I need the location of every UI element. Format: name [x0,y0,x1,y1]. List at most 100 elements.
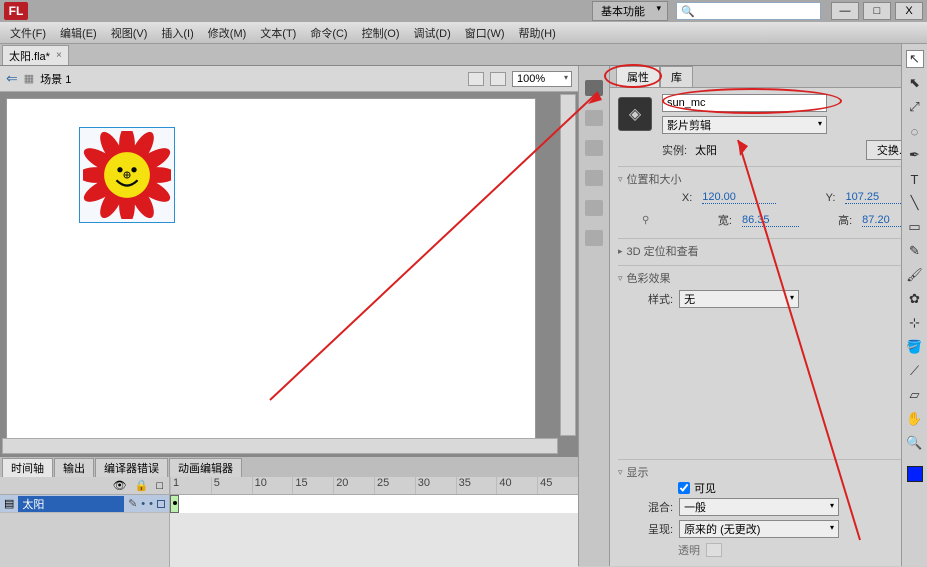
stage-scrollbar-horizontal[interactable] [2,438,558,454]
menu-help[interactable]: 帮助(H) [519,25,556,41]
document-tab-row: 太阳.fla* × [0,44,927,66]
menu-window[interactable]: 窗口(W) [465,25,505,41]
subselection-tool-icon[interactable]: ⬉ [906,74,924,92]
width-label: 宽: [689,212,732,228]
selection-tool-icon[interactable]: ↖ [906,50,924,68]
style-select[interactable]: 无 [679,290,799,308]
symbol-type-select[interactable]: 影片剪辑 [662,116,827,134]
render-label: 呈现: [648,521,673,537]
eraser-tool-icon[interactable]: ▱ [906,386,924,404]
style-label: 样式: [648,291,673,307]
instance-of-label: 实例: [662,142,687,158]
close-tab-icon[interactable]: × [56,50,62,61]
pen-tool-icon[interactable]: ✒ [906,146,924,164]
instance-name-input[interactable] [662,94,827,112]
menu-file[interactable]: 文件(F) [10,25,46,41]
x-value[interactable]: 120.00 [702,191,776,204]
blend-select[interactable]: 一般 [679,498,839,516]
swatches-panel-icon[interactable] [585,110,603,126]
workspace-selector[interactable]: 基本功能 [592,1,668,21]
edit-scene-icon[interactable] [468,72,484,86]
outline-icon[interactable]: □ [156,480,163,492]
width-value[interactable]: 86.35 [742,214,799,227]
text-tool-icon[interactable]: T [906,170,924,188]
selected-instance[interactable] [83,131,171,219]
color-panel-icon[interactable] [585,80,603,96]
section-color-effect[interactable]: 色彩效果 [618,270,919,286]
line-tool-icon[interactable]: ╲ [906,194,924,212]
selection-bounding-box [80,128,174,222]
zoom-tool-icon[interactable]: 🔍 [906,434,924,452]
lasso-tool-icon[interactable]: ◌ [906,122,924,140]
menu-modify[interactable]: 修改(M) [208,25,247,41]
stage-scrollbar-vertical[interactable] [560,94,576,436]
free-transform-tool-icon[interactable]: ⤢ [906,98,924,116]
layer-row[interactable]: ▤ 太阳 ✎ •• [0,495,169,513]
paint-bucket-tool-icon[interactable]: 🪣 [906,338,924,356]
back-arrow-icon[interactable]: ⇐ [6,70,18,87]
tab-properties[interactable]: 属性 [616,66,660,87]
hand-tool-icon[interactable]: ✋ [906,410,924,428]
eye-icon[interactable]: 👁 [113,479,127,492]
fill-color-swatch[interactable] [907,466,923,482]
edit-symbol-icon[interactable] [490,72,506,86]
height-label: 高: [809,212,852,228]
layer-icon: ▤ [4,497,14,510]
document-tab[interactable]: 太阳.fla* × [2,45,69,65]
minimize-button[interactable]: — [831,2,859,20]
stage-header: ⇐ ▦ 场景 1 100% [0,66,578,92]
stage-canvas[interactable] [6,98,536,442]
rectangle-tool-icon[interactable]: ▭ [906,218,924,236]
keyframe[interactable] [170,495,179,513]
transparent-label: 透明 [678,542,700,558]
panel-dock [578,66,610,566]
section-display[interactable]: 显示 [618,464,919,480]
menu-debug[interactable]: 调试(D) [414,25,451,41]
tab-library[interactable]: 库 [660,66,693,87]
transform-panel-icon[interactable] [585,200,603,216]
maximize-button[interactable]: □ [863,2,891,20]
tab-compiler-errors[interactable]: 编译器错误 [95,458,168,477]
brush-tool-icon[interactable]: 🖌 [906,266,924,284]
stage-area[interactable] [0,92,578,456]
link-wh-icon[interactable]: ⚲ [642,215,679,226]
layer-name[interactable]: 太阳 [18,496,124,512]
bg-color-swatch[interactable] [706,543,722,557]
zoom-select[interactable]: 100% [512,71,572,87]
menu-edit[interactable]: 编辑(E) [60,25,97,41]
deco-tool-icon[interactable]: ✿ [906,290,924,308]
info-panel-icon[interactable] [585,170,603,186]
menubar: 文件(F) 编辑(E) 视图(V) 插入(I) 修改(M) 文本(T) 命令(C… [0,22,927,44]
menu-view[interactable]: 视图(V) [111,25,148,41]
x-label: X: [642,192,692,204]
y-label: Y: [786,192,836,204]
pencil-tool-icon[interactable]: ✎ [906,242,924,260]
search-input[interactable]: 🔍 [676,2,821,20]
bone-tool-icon[interactable]: ⊹ [906,314,924,332]
document-tab-label: 太阳.fla* [9,48,50,64]
close-button[interactable]: X [895,2,923,20]
tab-motion-editor[interactable]: 动画编辑器 [169,458,242,477]
library-panel-icon[interactable] [585,230,603,246]
bottom-panel: 时间轴 输出 编译器错误 动画编辑器 👁 🔒 □ ▤ 太阳 ✎ •• [0,456,578,566]
visible-checkbox[interactable] [678,482,690,494]
app-logo-icon: FL [4,2,28,20]
menu-commands[interactable]: 命令(C) [310,25,347,41]
menu-text[interactable]: 文本(T) [260,25,296,41]
lock-icon[interactable]: 🔒 [135,479,149,492]
menu-insert[interactable]: 插入(I) [161,25,193,41]
align-panel-icon[interactable] [585,140,603,156]
render-select[interactable]: 原来的 (无更改) [679,520,839,538]
tools-panel: ↖ ⬉ ⤢ ◌ ✒ T ╲ ▭ ✎ 🖌 ✿ ⊹ 🪣 ⟋ ▱ ✋ 🔍 [901,44,927,566]
instance-of-value: 太阳 [695,142,717,158]
scene-name[interactable]: 场景 1 [40,71,71,87]
frames-area[interactable]: 151015202530354045 [170,477,578,567]
section-3d[interactable]: 3D 定位和查看 [618,243,919,259]
pencil-icon: ✎ [128,497,137,510]
tab-output[interactable]: 输出 [54,458,94,477]
menu-control[interactable]: 控制(O) [362,25,400,41]
section-position-size[interactable]: 位置和大小 [618,171,919,187]
tab-timeline[interactable]: 时间轴 [2,458,53,477]
symbol-type-icon[interactable]: ◈ [618,97,652,131]
eyedropper-tool-icon[interactable]: ⟋ [906,362,924,380]
